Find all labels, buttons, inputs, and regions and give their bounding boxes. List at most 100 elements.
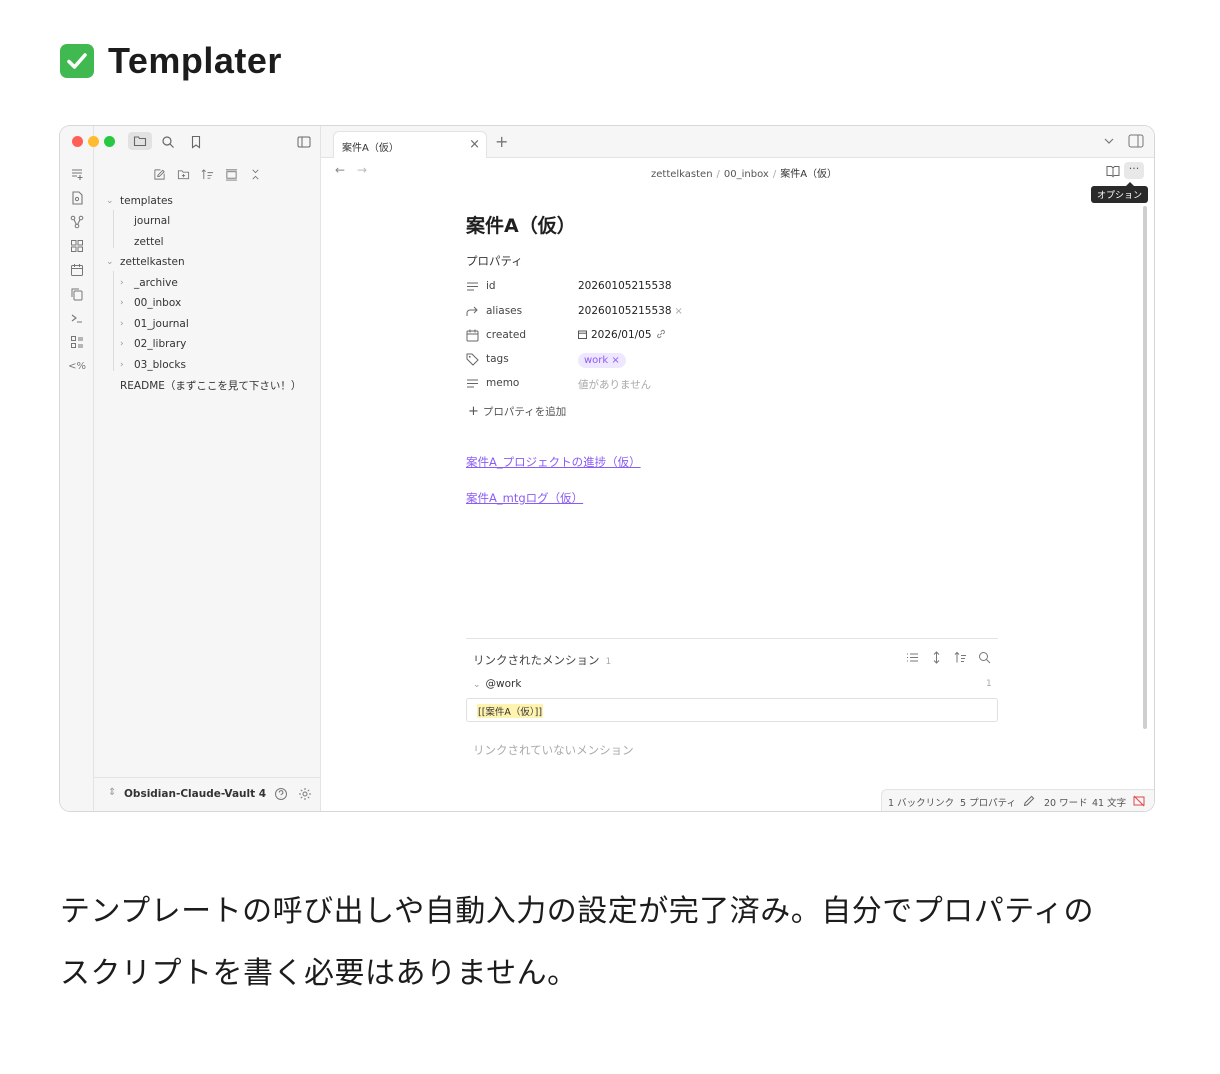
close-window-button[interactable]: [72, 136, 83, 147]
add-property-button[interactable]: + プロパティを追加: [468, 404, 566, 419]
tree-folder-archive[interactable]: › _archive: [120, 275, 178, 291]
note-link-mtg-log[interactable]: 案件A_mtgログ（仮）: [466, 490, 583, 506]
new-folder-icon[interactable]: [175, 166, 191, 182]
tree-folder-00-inbox[interactable]: › 00_inbox: [120, 295, 181, 311]
tag-pill-work[interactable]: work ×: [578, 353, 626, 368]
status-properties[interactable]: 5 プロパティ: [960, 795, 1016, 809]
more-options-button[interactable]: ···: [1124, 162, 1144, 179]
check-mark-icon: [60, 44, 94, 78]
property-row-id[interactable]: id 20260105215538: [466, 278, 966, 296]
vault-switch-chevron-icon[interactable]: ⇕: [108, 787, 116, 798]
new-note-icon[interactable]: [151, 166, 167, 182]
chevron-right-icon: ›: [120, 278, 124, 288]
date-icon: [578, 330, 587, 339]
reading-view-icon[interactable]: [1106, 164, 1120, 178]
collapse-results-icon[interactable]: [906, 651, 920, 665]
property-row-tags[interactable]: tags work ×: [466, 351, 966, 369]
properties-heading[interactable]: プロパティ: [466, 253, 523, 269]
vault-switcher-bar: ⇕ Obsidian-Claude-Vault 4: [94, 777, 321, 811]
search-icon[interactable]: [158, 134, 178, 150]
tree-file-zettel[interactable]: zettel: [134, 234, 164, 250]
chevron-down-icon: ⌄: [106, 196, 114, 206]
note-link-progress[interactable]: 案件A_プロジェクトの進捗（仮）: [466, 454, 641, 470]
obsidian-screenshot: <% ⌄ templates journal zettel ⌄ zettelkast…: [60, 126, 1154, 811]
calendar-icon: [466, 329, 479, 342]
link-icon[interactable]: [656, 329, 666, 339]
remove-alias-icon[interactable]: ×: [675, 306, 683, 317]
bookmark-icon[interactable]: [186, 134, 206, 150]
kanban-icon[interactable]: [69, 334, 85, 350]
tree-folder-01-journal[interactable]: › 01_journal: [120, 316, 189, 332]
sort-icon[interactable]: [199, 166, 215, 182]
help-icon[interactable]: [274, 787, 288, 801]
plus-icon: +: [468, 404, 479, 419]
tree-guide-line: [113, 271, 114, 371]
mention-result[interactable]: [[案件A（仮）]]: [466, 698, 998, 722]
tree-folder-02-library[interactable]: › 02_library: [120, 336, 186, 352]
editor-pane: 案件A（仮） × + ← → zettelkasten/00_inbox / 案件A…: [321, 126, 1154, 811]
breadcrumb: zettelkasten/00_inbox / 案件A（仮）: [651, 169, 838, 180]
copy-icon[interactable]: [69, 286, 85, 302]
property-row-memo[interactable]: memo 値がありません: [466, 375, 966, 393]
settings-gear-icon[interactable]: [298, 787, 312, 801]
text-lines-icon: [466, 377, 479, 390]
tree-folder-templates[interactable]: ⌄ templates: [106, 193, 173, 209]
tab-note[interactable]: 案件A（仮） ×: [333, 131, 487, 158]
graph-view-icon[interactable]: [69, 214, 85, 230]
chevron-right-icon: ›: [120, 319, 124, 329]
auto-reveal-icon[interactable]: [223, 166, 239, 182]
tree-folder-03-blocks[interactable]: › 03_blocks: [120, 357, 186, 373]
new-note-icon[interactable]: [69, 166, 85, 182]
tree-guide-line: [113, 210, 114, 248]
linked-mentions-title[interactable]: リンクされたメンション 1: [473, 652, 611, 668]
canvas-icon[interactable]: [69, 238, 85, 254]
tree-folder-zettelkasten[interactable]: ⌄ zettelkasten: [106, 254, 185, 270]
chevron-down-icon: ⌄: [473, 680, 481, 690]
left-ribbon: <%: [60, 126, 94, 811]
scrollbar[interactable]: [1143, 206, 1147, 729]
status-backlinks[interactable]: 1 バックリンク: [888, 795, 954, 809]
caption-line-1: テンプレートの呼び出しや自動入力の設定が完了済み。自分でプロパティの: [60, 894, 1094, 929]
mention-group-count: 1: [986, 679, 992, 689]
pencil-icon[interactable]: [1023, 795, 1035, 807]
zoom-window-button[interactable]: [104, 136, 115, 147]
divider: [466, 638, 998, 639]
tab-bar: 案件A（仮） × +: [321, 126, 1154, 158]
new-tab-icon[interactable]: +: [495, 132, 508, 151]
tab-list-chevron-icon[interactable]: [1102, 134, 1116, 148]
templater-icon[interactable]: <%: [68, 358, 86, 374]
calendar-icon[interactable]: [69, 262, 85, 278]
tag-icon: [466, 353, 479, 366]
vault-name[interactable]: Obsidian-Claude-Vault 4: [124, 788, 266, 800]
sort-icon[interactable]: [954, 651, 968, 665]
options-tooltip: オプション: [1090, 182, 1148, 203]
show-more-context-icon[interactable]: [930, 651, 944, 665]
sync-off-icon[interactable]: [1133, 795, 1145, 807]
chevron-right-icon: ›: [120, 298, 124, 308]
tree-file-journal[interactable]: journal: [134, 213, 170, 229]
search-icon[interactable]: [978, 651, 992, 665]
collapse-sidebar-icon[interactable]: [294, 134, 314, 150]
status-chars: 41 文字: [1092, 798, 1127, 809]
back-arrow-icon[interactable]: ←: [335, 163, 345, 177]
file-explorer-sidebar: ⌄ templates journal zettel ⌄ zettelkasten …: [72, 126, 321, 811]
forward-arrow-icon: [466, 305, 479, 318]
collapse-all-icon[interactable]: [247, 166, 263, 182]
terminal-icon[interactable]: [69, 310, 85, 326]
property-row-created[interactable]: created 2026/01/05: [466, 327, 966, 345]
right-sidebar-toggle-icon[interactable]: [1128, 134, 1144, 148]
minimize-window-button[interactable]: [88, 136, 99, 147]
remove-tag-icon[interactable]: ×: [611, 355, 619, 366]
text-lines-icon: [466, 280, 479, 293]
note-title[interactable]: 案件A（仮）: [466, 211, 576, 238]
tree-file-readme[interactable]: README（まずここを見て下さい！）: [120, 377, 301, 393]
section-heading: Templater: [60, 40, 282, 82]
open-file-icon[interactable]: [69, 190, 85, 206]
files-tab-icon[interactable]: [128, 132, 152, 150]
forward-arrow-icon[interactable]: →: [357, 163, 367, 177]
tab-label: 案件A（仮）: [342, 143, 399, 154]
unlinked-mentions-title[interactable]: リンクされていないメンション: [473, 742, 634, 758]
mention-group-work[interactable]: ⌄ @work: [473, 678, 521, 690]
property-row-aliases[interactable]: aliases 20260105215538 ×: [466, 303, 966, 321]
close-tab-icon[interactable]: ×: [469, 137, 480, 152]
